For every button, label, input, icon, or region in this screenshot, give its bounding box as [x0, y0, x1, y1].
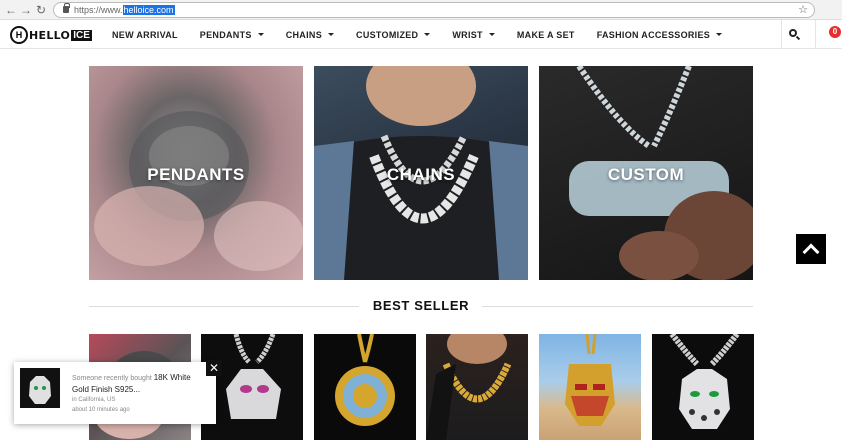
product-card[interactable]	[314, 334, 416, 440]
url-text: https://www.helloice.com	[74, 5, 175, 15]
chevron-down-icon	[257, 33, 264, 36]
header-divider	[781, 20, 782, 49]
product-card[interactable]	[539, 334, 641, 440]
logo-accent: ICE	[71, 29, 92, 41]
lock-icon	[63, 3, 70, 13]
category-tile-custom[interactable]: CUSTOM	[539, 66, 753, 280]
product-image	[335, 334, 395, 426]
product-image	[226, 334, 281, 419]
product-image	[426, 334, 512, 440]
back-to-top-button[interactable]	[796, 234, 826, 264]
main-nav: NEW ARRIVAL PENDANTS CHAINS CUSTOMIZED W…	[112, 20, 744, 49]
browser-toolbar: ← → ↻ https://www.helloice.com ☆	[0, 0, 842, 20]
cart-count-badge: 0	[829, 26, 841, 38]
popup-time: about 10 minutes ago	[72, 407, 130, 413]
logo-mark: H	[10, 26, 28, 44]
forward-arrow-icon[interactable]: →	[19, 2, 33, 18]
category-tile-pendants[interactable]: PENDANTS	[89, 66, 303, 280]
popup-product-name[interactable]: Gold Finish S925...	[72, 384, 212, 395]
nav-item-customized[interactable]: CUSTOMIZED	[356, 30, 431, 40]
product-card[interactable]	[426, 334, 528, 440]
nav-item-pendants[interactable]: PENDANTS	[200, 30, 264, 40]
nav-item-fashion-accessories[interactable]: FASHION ACCESSORIES	[597, 30, 723, 40]
recent-purchase-popup[interactable]: Someone recently bought 18K White Gold F…	[14, 362, 216, 424]
section-divider	[482, 306, 753, 307]
product-card[interactable]	[652, 334, 754, 440]
category-label: PENDANTS	[147, 165, 245, 184]
star-icon[interactable]: ☆	[798, 3, 808, 17]
category-label: CHAINS	[386, 165, 456, 184]
chevron-down-icon	[424, 33, 431, 36]
nav-item-wrist[interactable]: WRIST	[452, 30, 495, 40]
popup-product-thumbnail	[20, 368, 60, 408]
address-bar[interactable]: https://www.helloice.com ☆	[53, 2, 815, 18]
product-card[interactable]	[201, 334, 303, 440]
product-image	[565, 334, 615, 426]
nav-item-new-arrival[interactable]: NEW ARRIVAL	[112, 30, 178, 40]
reload-icon[interactable]: ↻	[34, 2, 48, 18]
popup-body: Someone recently bought 18K White Gold F…	[72, 372, 212, 415]
chevron-down-icon	[716, 33, 723, 36]
product-image	[669, 334, 740, 429]
category-label: CUSTOM	[607, 165, 685, 184]
close-icon[interactable]: ✕	[206, 360, 222, 376]
header-divider	[815, 20, 816, 49]
chevron-down-icon	[488, 33, 495, 36]
site-header: H HELLO ICE NEW ARRIVAL PENDANTS CHAINS …	[0, 20, 842, 49]
popup-message: Someone recently bought 18K White	[72, 373, 191, 382]
back-arrow-icon[interactable]: ←	[4, 2, 18, 18]
popup-location: in California, US	[72, 397, 116, 403]
search-icon[interactable]	[785, 26, 803, 44]
cart-button[interactable]: 0	[826, 25, 841, 43]
chevron-down-icon	[328, 33, 335, 36]
site-logo[interactable]: H HELLO ICE	[10, 25, 92, 45]
nav-item-make-a-set[interactable]: MAKE A SET	[517, 30, 575, 40]
category-tile-chains[interactable]: CHAINS	[314, 66, 528, 280]
nav-item-chains[interactable]: CHAINS	[286, 30, 335, 40]
logo-text: HELLO	[29, 28, 71, 42]
chevron-up-icon	[802, 243, 820, 261]
